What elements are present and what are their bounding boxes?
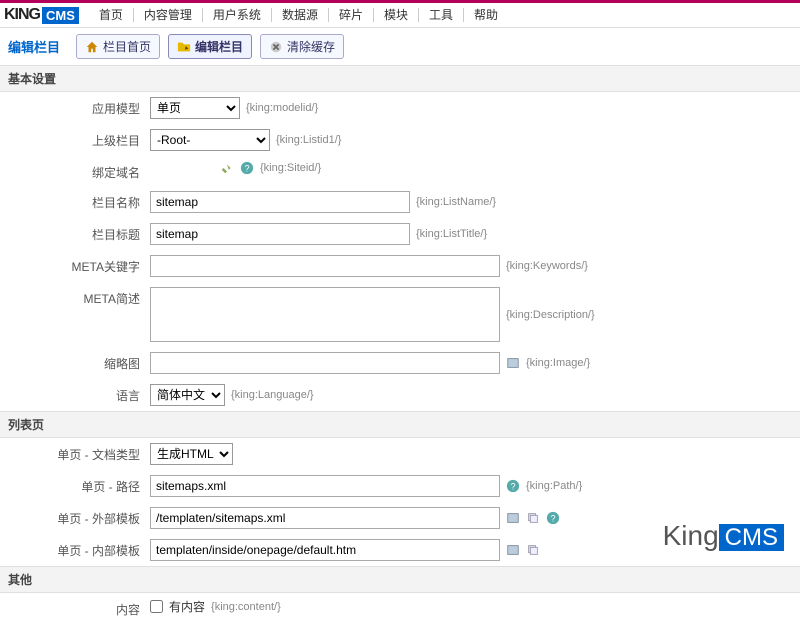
hint-content: {king:content/} [211,601,281,613]
page-title: 编辑栏目 [8,37,60,56]
help-icon[interactable]: ? [240,161,254,175]
select-doctype[interactable]: 生成HTML [150,443,233,465]
label-content: 内容 [0,598,150,618]
btn-edit-category-label: 编辑栏目 [195,38,243,55]
copy-icon[interactable] [526,543,540,557]
checkbox-content[interactable] [150,600,163,613]
menu-fragment[interactable]: 碎片 [329,8,374,22]
logo: KING CMS [4,6,79,24]
label-thumb: 缩略图 [0,352,150,372]
browse-icon[interactable] [506,356,520,370]
browse-icon[interactable] [506,511,520,525]
menu-data[interactable]: 数据源 [272,8,329,22]
label-parent: 上级栏目 [0,129,150,149]
logo-king: KING [4,6,40,24]
hint-model: {king:modelid/} [246,102,318,114]
link-icon[interactable] [220,161,234,175]
browse-icon[interactable] [506,543,520,557]
hint-thumb: {king:Image/} [526,357,590,369]
input-in-tpl[interactable] [150,539,500,561]
hint-name: {king:ListName/} [416,196,496,208]
main-menu: 首页 内容管理 用户系统 数据源 碎片 模块 工具 帮助 [89,8,508,22]
label-model: 应用模型 [0,97,150,117]
label-domain: 绑定域名 [0,161,150,181]
clear-cache-icon [269,40,283,54]
btn-clear-cache[interactable]: 清除缓存 [260,34,344,59]
label-out-tpl: 单页 - 外部模板 [0,507,150,527]
input-path[interactable] [150,475,500,497]
textarea-description[interactable] [150,287,500,342]
folder-edit-icon [177,40,191,54]
logo-cms: CMS [42,7,79,24]
select-parent[interactable]: -Root- [150,129,270,151]
label-name: 栏目名称 [0,191,150,211]
label-description: META简述 [0,287,150,307]
help-icon[interactable]: ? [506,479,520,493]
input-name[interactable] [150,191,410,213]
label-keywords: META关键字 [0,255,150,275]
hint-path: {king:Path/} [526,480,582,492]
sub-toolbar: 编辑栏目 栏目首页 编辑栏目 清除缓存 [0,28,800,65]
menu-help[interactable]: 帮助 [464,8,508,22]
label-language: 语言 [0,384,150,404]
svg-text:?: ? [511,482,516,492]
select-language[interactable]: 简体中文 [150,384,225,406]
input-out-tpl[interactable] [150,507,500,529]
hint-parent: {king:Listid1/} [276,134,341,146]
btn-edit-category[interactable]: 编辑栏目 [168,34,252,59]
btn-clear-cache-label: 清除缓存 [287,38,335,55]
hint-language: {king:Language/} [231,389,314,401]
home-icon [85,40,99,54]
input-keywords[interactable] [150,255,500,277]
label-doctype: 单页 - 文档类型 [0,443,150,463]
menu-user[interactable]: 用户系统 [203,8,272,22]
checkbox-content-label: 有内容 [169,598,205,615]
btn-category-home-label: 栏目首页 [103,38,151,55]
section-basic: 基本设置 [0,65,800,92]
top-bar: KING CMS 首页 内容管理 用户系统 数据源 碎片 模块 工具 帮助 [0,0,800,28]
svg-text:?: ? [551,514,556,524]
menu-home[interactable]: 首页 [89,8,134,22]
help-icon[interactable]: ? [546,511,560,525]
hint-domain: {king:Siteid/} [260,162,321,174]
input-title[interactable] [150,223,410,245]
hint-title: {king:ListTitle/} [416,228,487,240]
label-path: 单页 - 路径 [0,475,150,495]
copy-icon[interactable] [526,511,540,525]
label-title: 栏目标题 [0,223,150,243]
hint-description: {king:Description/} [506,309,595,321]
input-thumb[interactable] [150,352,500,374]
select-model[interactable]: 单页 [150,97,240,119]
btn-category-home[interactable]: 栏目首页 [76,34,160,59]
svg-text:?: ? [245,164,250,174]
menu-tool[interactable]: 工具 [419,8,464,22]
section-list: 列表页 [0,411,800,438]
section-other: 其他 [0,566,800,593]
hint-keywords: {king:Keywords/} [506,260,588,272]
label-in-tpl: 单页 - 内部模板 [0,539,150,559]
menu-module[interactable]: 模块 [374,8,419,22]
menu-content[interactable]: 内容管理 [134,8,203,22]
